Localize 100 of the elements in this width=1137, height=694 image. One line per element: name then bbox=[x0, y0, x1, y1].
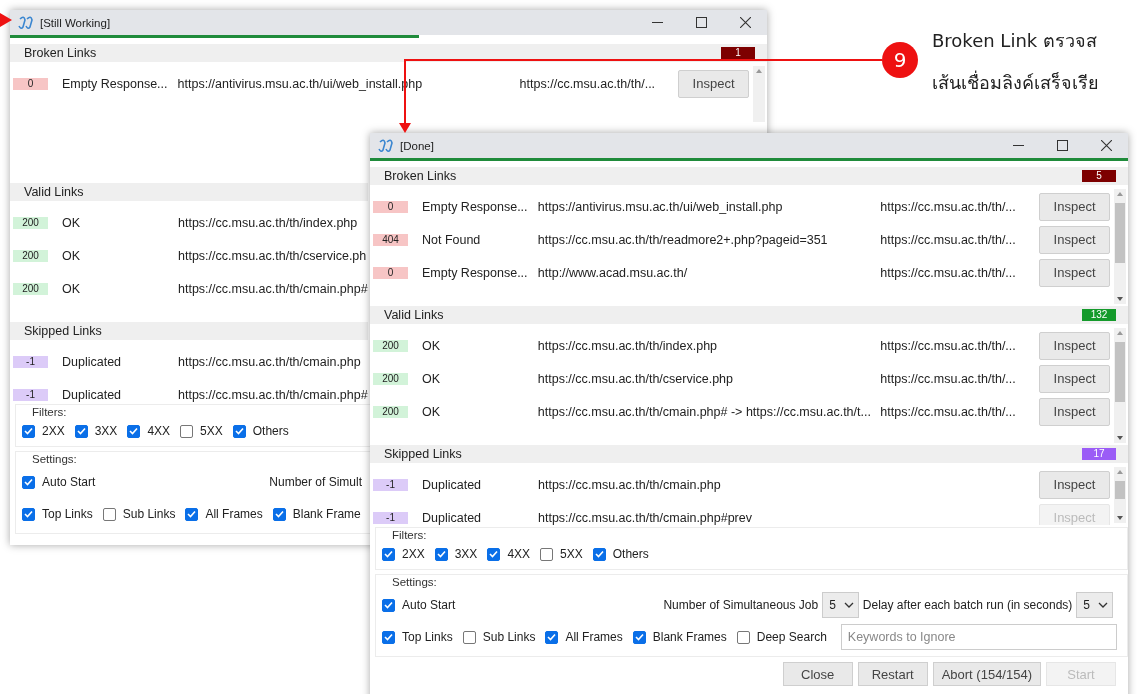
checkbox-label: 5XX bbox=[200, 424, 223, 438]
checkbox-label: Auto Start bbox=[42, 475, 96, 489]
status-code: 200 bbox=[373, 405, 408, 418]
link-url: https://cc.msu.ac.th/th/cmain.php# -> https://cc.msu.ac.th/t... bbox=[537, 404, 872, 419]
referrer-url: https://cc.msu.ac.th/th/... bbox=[880, 199, 1017, 214]
referrer-url: https://cc.msu.ac.th/th/... bbox=[880, 232, 1017, 247]
inspect-button[interactable]: Inspect bbox=[1039, 331, 1110, 360]
link-count: 5 bbox=[1082, 170, 1116, 182]
panel-legend: Settings: bbox=[392, 576, 437, 589]
status-text: OK bbox=[421, 404, 441, 419]
checkbox-label: Top Links bbox=[42, 507, 93, 521]
checkbox[interactable] bbox=[74, 424, 88, 438]
checkbox[interactable] bbox=[592, 547, 606, 561]
inspect-button[interactable]: Inspect bbox=[1039, 470, 1110, 499]
scrollbar[interactable] bbox=[753, 66, 765, 122]
status-text: OK bbox=[62, 215, 82, 230]
step-number: 9 bbox=[882, 42, 918, 78]
checkbox[interactable] bbox=[102, 507, 116, 521]
scrollbar[interactable] bbox=[1114, 328, 1126, 443]
section-title: Valid Links bbox=[24, 185, 84, 199]
checkbox[interactable] bbox=[180, 424, 194, 438]
link-url: https://cc.msu.ac.th/th/cmain.php bbox=[538, 477, 722, 492]
dropdown-label: Number of Simultaneous Job bbox=[663, 598, 819, 612]
window-title: [Still Working] bbox=[40, 16, 111, 29]
checkbox[interactable] bbox=[487, 547, 501, 561]
checkbox[interactable] bbox=[632, 630, 646, 644]
checkbox[interactable] bbox=[272, 507, 286, 521]
checkbox-label: 5XX bbox=[560, 547, 583, 561]
inspect-button[interactable]: Inspect bbox=[678, 69, 749, 98]
checkbox[interactable] bbox=[545, 630, 559, 644]
link-icon bbox=[18, 15, 34, 30]
checkbox-label: All Frames bbox=[565, 630, 623, 644]
status-text: Empty Response... bbox=[61, 76, 169, 91]
checkbox[interactable] bbox=[736, 630, 750, 644]
inspect-button[interactable]: Inspect bbox=[1039, 225, 1110, 254]
panel-legend: Filters: bbox=[32, 406, 67, 419]
checkbox[interactable] bbox=[382, 630, 395, 644]
scrollbar[interactable] bbox=[1114, 467, 1126, 523]
keywords-field[interactable]: Keywords to Ignore bbox=[840, 624, 1117, 650]
inspect-button[interactable]: Inspect bbox=[1039, 397, 1110, 426]
dialog-button[interactable]: Close bbox=[782, 662, 853, 686]
checkbox[interactable] bbox=[232, 424, 246, 438]
link-url: https://cc.msu.ac.th/th/cmain.php bbox=[178, 354, 362, 369]
checkbox-label: Blank Frame bbox=[292, 507, 361, 521]
checkbox-label: 4XX bbox=[147, 424, 171, 438]
checkbox-label: 3XX bbox=[94, 424, 118, 438]
referrer-url: https://cc.msu.ac.th/th/... bbox=[880, 265, 1017, 280]
checkbox[interactable] bbox=[185, 507, 199, 521]
status-text: Not Found bbox=[421, 232, 482, 247]
status-text: Duplicated bbox=[62, 354, 123, 369]
panel-legend: Filters: bbox=[392, 529, 427, 542]
checkbox[interactable] bbox=[127, 424, 141, 438]
checkbox[interactable] bbox=[382, 547, 395, 561]
referrer-url: https://cc.msu.ac.th/th/... bbox=[880, 404, 1017, 419]
scrollbar[interactable] bbox=[1114, 189, 1126, 304]
checkbox[interactable] bbox=[22, 424, 35, 438]
status-text: OK bbox=[421, 371, 441, 386]
dialog-button[interactable]: Abort (154/154) bbox=[932, 662, 1041, 686]
section-title: Broken Links bbox=[24, 46, 97, 60]
link-url: https://cc.msu.ac.th/th/cmain.php# bbox=[178, 387, 369, 402]
inspect-button[interactable]: Inspect bbox=[1039, 192, 1110, 221]
checkbox-label: All Frames bbox=[205, 507, 263, 521]
close-icon bbox=[1100, 140, 1112, 151]
section-title: Skipped Links bbox=[384, 447, 462, 461]
section-title: Skipped Links bbox=[24, 324, 102, 338]
link-url: https://cc.msu.ac.th/th/cservice.php bbox=[537, 371, 735, 386]
status-text: OK bbox=[421, 338, 441, 353]
checkbox[interactable] bbox=[22, 475, 35, 489]
status-code: 0 bbox=[373, 266, 408, 279]
link-url: http://www.acad.msu.ac.th/ bbox=[537, 265, 689, 280]
maximize-icon bbox=[1056, 140, 1068, 151]
status-code: 0 bbox=[373, 200, 408, 213]
dropdown[interactable]: 5 bbox=[1076, 592, 1113, 618]
section-title: Valid Links bbox=[384, 308, 444, 322]
referrer-url: https://cc.msu.ac.th/th/... bbox=[519, 76, 657, 91]
inspect-button[interactable]: Inspect bbox=[1039, 364, 1110, 393]
dialog-button[interactable]: Restart bbox=[857, 662, 928, 686]
checkbox-label: Auto Start bbox=[402, 598, 456, 612]
checkbox[interactable] bbox=[382, 598, 395, 612]
checkbox-label: Others bbox=[252, 424, 289, 438]
status-code: 200 bbox=[373, 372, 408, 385]
status-code: -1 bbox=[373, 478, 408, 491]
dropdown[interactable]: 5 bbox=[822, 592, 859, 618]
maximize-icon bbox=[695, 17, 707, 28]
checkbox-label: 4XX bbox=[507, 547, 531, 561]
checkbox-label: Sub Links bbox=[482, 630, 536, 644]
checkbox[interactable] bbox=[434, 547, 448, 561]
checkbox[interactable] bbox=[540, 547, 554, 561]
checkbox[interactable] bbox=[22, 507, 35, 521]
link-icon bbox=[378, 138, 394, 153]
checkbox-label: 2XX bbox=[42, 424, 65, 438]
panel-legend: Settings: bbox=[32, 453, 77, 466]
inspect-button[interactable]: Inspect bbox=[1039, 258, 1110, 287]
checkbox[interactable] bbox=[462, 630, 476, 644]
section-title: Broken Links bbox=[384, 169, 457, 183]
link-url: https://cc.msu.ac.th/th/index.php bbox=[178, 215, 359, 230]
referrer-url: https://cc.msu.ac.th/th/... bbox=[880, 338, 1017, 353]
status-code: 200 bbox=[13, 282, 48, 295]
checkbox-label: 2XX bbox=[402, 547, 425, 561]
link-url: https://cc.msu.ac.th/th/cmain.php# bbox=[178, 281, 369, 296]
